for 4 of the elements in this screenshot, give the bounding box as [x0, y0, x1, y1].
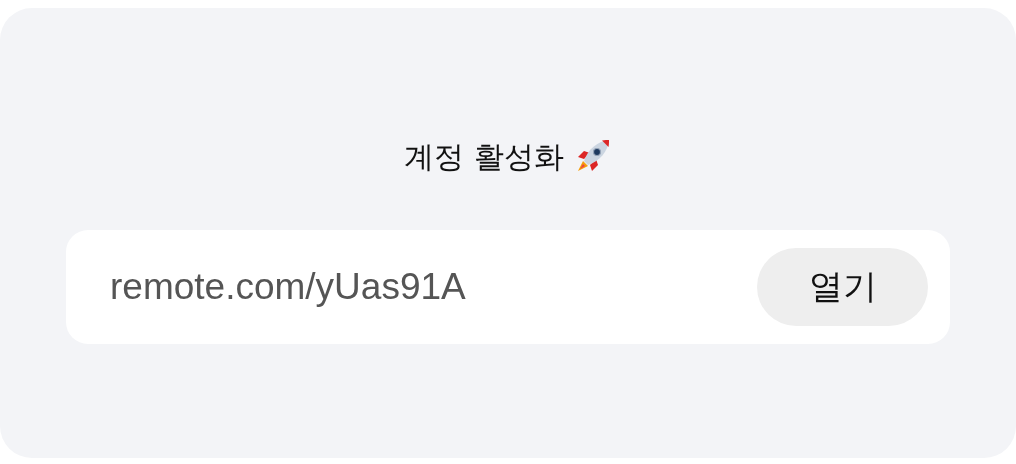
card-title: 계정 활성화	[404, 137, 564, 176]
link-text: remote.com/yUas91A	[110, 266, 466, 308]
link-field[interactable]: remote.com/yUas91A 열기	[66, 230, 950, 344]
open-button[interactable]: 열기	[757, 248, 928, 326]
